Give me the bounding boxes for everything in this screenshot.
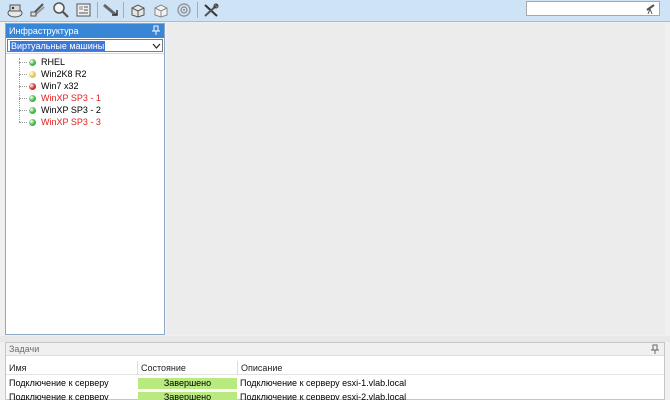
infrastructure-panel-header: Инфраструктура bbox=[6, 24, 164, 38]
task-status-badge: Завершено bbox=[138, 392, 237, 400]
telescope-icon bbox=[646, 4, 655, 15]
column-header-name[interactable]: Имя bbox=[6, 361, 138, 375]
task-row[interactable]: Подключение к серверу Завершено Подключени… bbox=[6, 377, 664, 390]
vm-name-label: RHEL bbox=[41, 57, 66, 67]
target-button[interactable] bbox=[173, 0, 195, 20]
search-box[interactable] bbox=[526, 1, 660, 16]
view-selector-value: Виртуальные машины bbox=[10, 41, 106, 51]
tasks-title: Задачи bbox=[9, 344, 40, 354]
task-description: Подключение к серверу esxi-1.vlab.local bbox=[240, 378, 407, 388]
task-status-badge: Завершено bbox=[138, 378, 237, 389]
task-name: Подключение к серверу bbox=[9, 378, 109, 388]
tree-item-vm[interactable]: RHEL bbox=[19, 57, 159, 68]
tree-branch-line bbox=[19, 74, 27, 75]
tree-branch-line bbox=[19, 122, 27, 123]
tree-item-vm[interactable]: WinXP SP3 - 3 bbox=[19, 117, 159, 128]
main-toolbar bbox=[0, 0, 670, 22]
vm-name-label: WinXP SP3 - 3 bbox=[41, 117, 101, 127]
tree-item-vm[interactable]: Win7 x32 bbox=[19, 81, 159, 92]
task-row[interactable]: Подключение к серверу Завершено Подключени… bbox=[6, 391, 664, 400]
tools-button[interactable] bbox=[200, 0, 222, 20]
tasks-panel: Задачи Имя Состояние Описание Подключени… bbox=[5, 342, 665, 400]
migrate-button[interactable] bbox=[100, 0, 122, 20]
search-submit-button[interactable] bbox=[645, 3, 657, 15]
tree-branch-line bbox=[19, 98, 27, 99]
vm-status-icon bbox=[29, 71, 36, 78]
tree-branch-line bbox=[19, 62, 27, 63]
column-header-status[interactable]: Состояние bbox=[138, 361, 238, 375]
task-name: Подключение к серверу bbox=[9, 392, 109, 400]
vm-tree: RHEL Win2K8 R2 Win7 x32 WinXP SP3 - 1 WinXP … bbox=[6, 53, 164, 333]
vm-status-icon bbox=[29, 83, 36, 90]
main-content-area bbox=[167, 23, 665, 335]
task-description: Подключение к серверу esxi-2.vlab.local bbox=[240, 392, 407, 400]
vm-name-label: Win7 x32 bbox=[41, 81, 79, 91]
infrastructure-panel: Инфраструктура Виртуальные машины RHEL Wi… bbox=[5, 23, 165, 335]
vm-status-icon bbox=[29, 119, 36, 126]
tree-item-vm[interactable]: Win2K8 R2 bbox=[19, 69, 159, 80]
pin-panel-button[interactable] bbox=[151, 25, 161, 36]
search-magnifier-icon bbox=[53, 2, 69, 18]
vm-status-icon bbox=[29, 95, 36, 102]
migrate-icon bbox=[103, 3, 118, 17]
chevron-down-icon bbox=[152, 41, 161, 51]
pin-tasks-button[interactable] bbox=[650, 344, 660, 355]
tree-item-vm[interactable]: WinXP SP3 - 2 bbox=[19, 105, 159, 116]
search-input[interactable] bbox=[529, 3, 641, 14]
view-selector[interactable]: Виртуальные машины bbox=[7, 39, 163, 52]
connect-server-button[interactable] bbox=[4, 0, 26, 20]
deploy-vm-button[interactable] bbox=[127, 0, 149, 20]
pin-icon bbox=[152, 25, 160, 35]
vm-name-label: WinXP SP3 - 1 bbox=[41, 93, 101, 103]
vm-status-icon bbox=[29, 107, 36, 114]
vm-name-label: Win2K8 R2 bbox=[41, 69, 87, 79]
tasks-table-header: Имя Состояние Описание bbox=[6, 361, 664, 375]
pin-icon bbox=[651, 344, 659, 354]
disconnect-icon bbox=[30, 3, 45, 17]
tools-icon bbox=[204, 3, 219, 17]
column-header-description[interactable]: Описание bbox=[238, 361, 658, 375]
disconnect-button[interactable] bbox=[27, 0, 49, 20]
tree-item-vm[interactable]: WinXP SP3 - 1 bbox=[19, 93, 159, 104]
package-icon bbox=[154, 4, 168, 18]
vm-name-label: WinXP SP3 - 2 bbox=[41, 105, 101, 115]
tree-branch-line bbox=[19, 86, 27, 87]
panel-title: Инфраструктура bbox=[9, 26, 79, 36]
tasks-panel-header: Задачи bbox=[6, 343, 664, 356]
search-tool-button[interactable] bbox=[50, 0, 72, 20]
vm-status-icon bbox=[29, 59, 36, 66]
properties-icon bbox=[76, 3, 91, 17]
deploy-vm-icon bbox=[131, 4, 145, 18]
package-button[interactable] bbox=[150, 0, 172, 20]
connect-server-icon bbox=[7, 4, 23, 18]
target-icon bbox=[177, 3, 191, 17]
tree-branch-line bbox=[19, 110, 27, 111]
properties-button[interactable] bbox=[73, 0, 95, 20]
